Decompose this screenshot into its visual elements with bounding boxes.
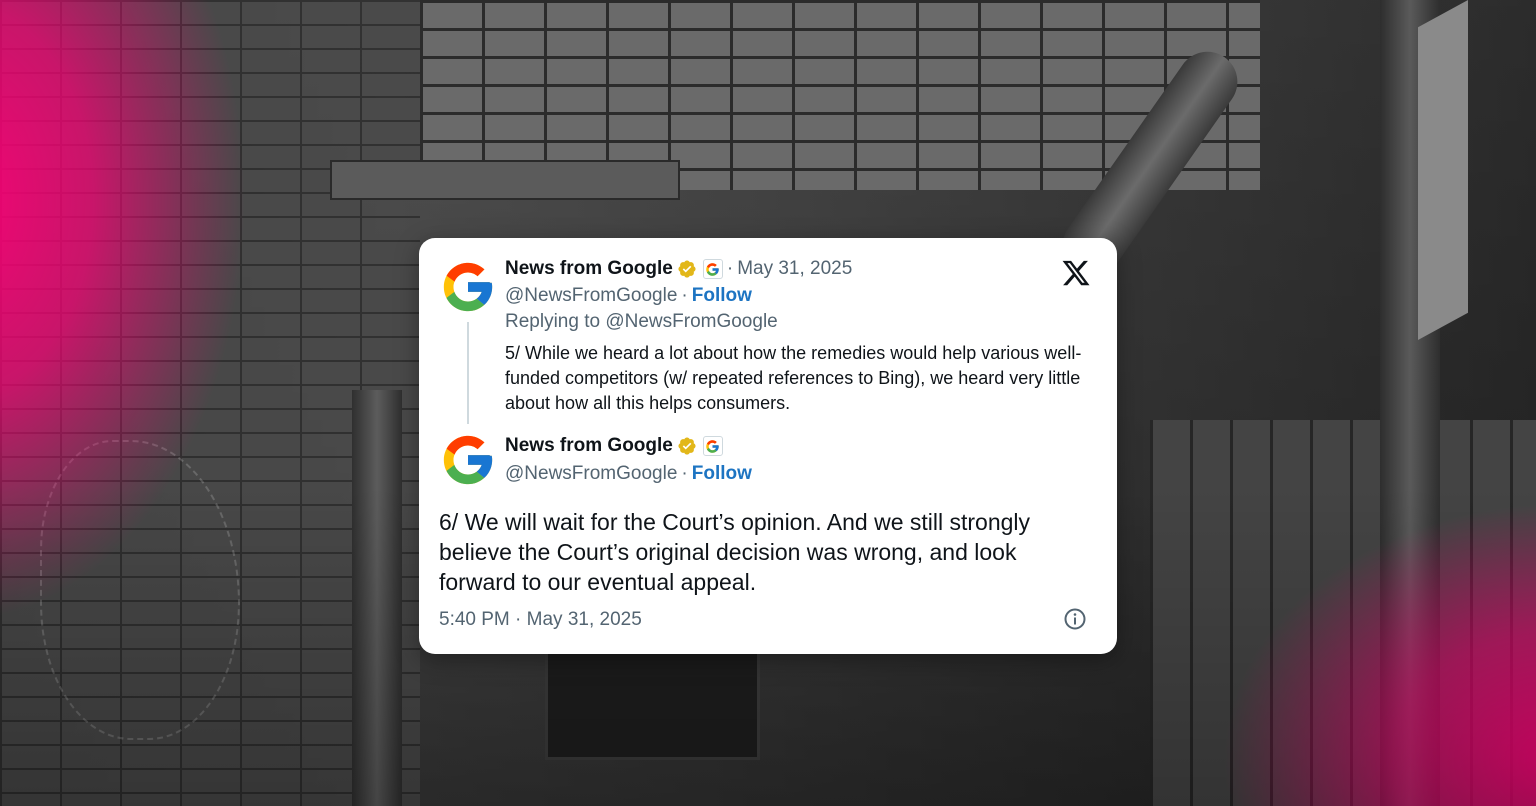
verified-badge-icon [678, 437, 696, 455]
avatar[interactable] [439, 431, 497, 489]
follow-button[interactable]: Follow [692, 463, 752, 485]
info-icon[interactable] [1063, 607, 1087, 631]
author-handle[interactable]: @NewsFromGoogle [505, 285, 677, 307]
separator: · [681, 463, 688, 484]
google-g-icon [443, 435, 493, 485]
google-g-icon [443, 262, 493, 312]
reply-handle-row: @NewsFromGoogle · Follow [505, 285, 752, 307]
x-logo-icon[interactable] [1061, 258, 1091, 288]
google-affiliate-icon[interactable] [702, 259, 723, 279]
reply-tweet-text: 5/ While we heard a lot about how the re… [505, 343, 1082, 413]
reply-date[interactable]: May 31, 2025 [737, 258, 852, 280]
author-handle[interactable]: @NewsFromGoogle [505, 463, 677, 485]
main-tweet-text: 6/ We will wait for the Court’s opinion.… [439, 509, 1031, 595]
main-header: News from Google [505, 435, 723, 457]
tweet-timestamp[interactable]: 5:40 PM · May 31, 2025 [439, 609, 642, 631]
author-name[interactable]: News from Google [505, 435, 673, 457]
replying-to: Replying to @NewsFromGoogle [505, 311, 778, 333]
main-handle-row: @NewsFromGoogle · Follow [505, 463, 752, 485]
follow-button[interactable]: Follow [692, 285, 752, 307]
google-affiliate-icon[interactable] [702, 436, 723, 456]
separator: · [726, 258, 734, 279]
author-name[interactable]: News from Google [505, 258, 673, 280]
avatar[interactable] [439, 258, 497, 316]
verified-badge-icon [678, 260, 696, 278]
tweet-card[interactable]: News from Google · May 31, 2025 @NewsFro… [419, 238, 1117, 654]
reply-header: News from Google · May 31, 2025 [505, 258, 852, 280]
replying-to-text: Replying to @NewsFromGoogle [505, 311, 778, 332]
thread-line [467, 322, 469, 424]
separator: · [681, 285, 688, 306]
